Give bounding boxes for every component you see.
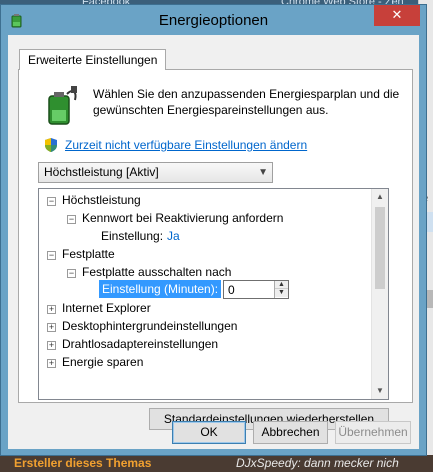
expand-icon[interactable]: + bbox=[47, 323, 56, 332]
tree-node-label: Internet Explorer bbox=[62, 301, 151, 315]
tree-node-desktop-background[interactable]: + Desktophintergrundeinstellungen bbox=[47, 317, 237, 335]
power-options-dialog: Energieoptionen ✕ Erweiterte Einstellung… bbox=[0, 4, 427, 456]
spin-down-icon[interactable]: ▼ bbox=[275, 289, 288, 297]
tree-node-label: Festplatte ausschalten nach bbox=[82, 265, 232, 279]
description-text: Wählen Sie den anzupassenden Energiespar… bbox=[93, 87, 400, 117]
tree-node-sleep[interactable]: + Energie sparen bbox=[47, 353, 143, 371]
title-bar[interactable]: Energieoptionen ✕ bbox=[1, 5, 426, 35]
expand-icon[interactable]: + bbox=[47, 305, 56, 314]
expand-icon[interactable]: + bbox=[47, 359, 56, 368]
background-forum-strip: Ersteller dieses Themas DJxSpeedy: dann … bbox=[0, 455, 433, 472]
close-icon: ✕ bbox=[391, 7, 403, 22]
collapse-icon[interactable]: − bbox=[67, 215, 76, 224]
background-author-label: Ersteller dieses Themas bbox=[14, 456, 152, 470]
tree-node-label: Höchstleistung bbox=[62, 193, 141, 207]
uac-shield-icon bbox=[45, 138, 57, 152]
tab-advanced-settings[interactable]: Erweiterte Einstellungen bbox=[19, 49, 167, 70]
collapse-icon[interactable]: − bbox=[47, 251, 56, 260]
spinbox-buttons: ▲ ▼ bbox=[274, 281, 288, 298]
minutes-value: 0 bbox=[228, 283, 235, 297]
scroll-up-icon[interactable]: ▲ bbox=[372, 189, 388, 205]
tree-node-label: Desktophintergrundeinstellungen bbox=[62, 319, 238, 333]
plan-select[interactable]: Höchstleistung [Aktiv] ▼ bbox=[38, 162, 273, 183]
battery-plug-icon bbox=[48, 86, 77, 125]
collapse-icon[interactable]: − bbox=[67, 269, 76, 278]
setting-value[interactable]: Ja bbox=[167, 229, 180, 243]
scroll-down-icon[interactable]: ▼ bbox=[372, 383, 388, 399]
tree-node-wireless-adapter[interactable]: + Drahtlosadaptereinstellungen bbox=[47, 335, 218, 353]
tree-setting-password[interactable]: Einstellung: Ja bbox=[101, 227, 180, 245]
plan-select-value: Höchstleistung [Aktiv] bbox=[44, 165, 159, 179]
tree-node-hoechstleistung[interactable]: − Höchstleistung bbox=[47, 191, 141, 209]
ok-button[interactable]: OK bbox=[172, 421, 246, 444]
setting-label-selected: Einstellung (Minuten): bbox=[99, 280, 222, 298]
tree-node-label: Festplatte bbox=[62, 247, 115, 261]
change-unavailable-settings-link[interactable]: Zurzeit nicht verfügbare Einstellungen ä… bbox=[65, 138, 307, 152]
tree-node-internet-explorer[interactable]: + Internet Explorer bbox=[47, 299, 151, 317]
collapse-icon[interactable]: − bbox=[47, 197, 56, 206]
spin-up-icon[interactable]: ▲ bbox=[275, 281, 288, 289]
minutes-spinbox[interactable]: 0 ▲ ▼ bbox=[223, 280, 289, 299]
scrollbar-thumb[interactable] bbox=[375, 207, 385, 289]
dialog-client-area: Erweiterte Einstellungen Wählen Sie den … bbox=[8, 35, 419, 449]
expand-icon[interactable]: + bbox=[47, 341, 56, 350]
window-title: Energieoptionen bbox=[158, 12, 269, 29]
tree-node-label: Energie sparen bbox=[62, 355, 144, 369]
tree-scrollbar[interactable]: ▲ ▼ bbox=[371, 189, 388, 399]
settings-tree[interactable]: − Höchstleistung − Kennwort bei Reaktivier… bbox=[38, 188, 389, 400]
tree-setting-disk-minutes: Einstellung (Minuten): 0 ▲ ▼ bbox=[99, 280, 289, 299]
tab-panel: Wählen Sie den anzupassenden Energiespar… bbox=[18, 69, 413, 430]
cancel-button[interactable]: Abbrechen bbox=[253, 421, 328, 444]
settings-tree-content: − Höchstleistung − Kennwort bei Reaktivier… bbox=[39, 189, 372, 399]
background-comment-snippet: DJxSpeedy: dann mecker nich bbox=[236, 456, 399, 470]
apply-button[interactable]: Übernehmen bbox=[335, 421, 411, 444]
chevron-down-icon: ▼ bbox=[258, 167, 268, 178]
tree-node-label: Kennwort bei Reaktivierung anfordern bbox=[82, 211, 284, 225]
tree-node-password-on-wakeup[interactable]: − Kennwort bei Reaktivierung anfordern bbox=[67, 209, 283, 227]
setting-label: Einstellung: bbox=[101, 229, 164, 243]
tree-node-disk-off-after[interactable]: − Festplatte ausschalten nach bbox=[67, 263, 231, 281]
tree-node-label: Drahtlosadaptereinstellungen bbox=[62, 337, 219, 351]
tree-node-festplatte[interactable]: − Festplatte bbox=[47, 245, 115, 263]
close-button[interactable]: ✕ bbox=[374, 5, 420, 26]
